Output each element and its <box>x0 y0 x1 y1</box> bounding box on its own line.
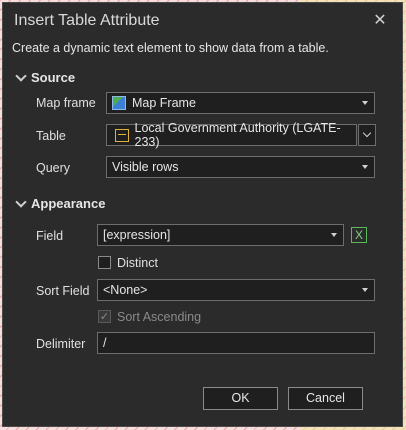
sort-field-value: <None> <box>103 283 148 297</box>
distinct-checkbox[interactable] <box>98 256 111 269</box>
chevron-down-icon <box>362 128 372 138</box>
sort-ascending-label: Sort Ascending <box>117 310 202 324</box>
appearance-heading: Appearance <box>31 196 106 211</box>
field-label: Field <box>36 229 64 243</box>
ok-button[interactable]: OK <box>203 387 278 410</box>
delimiter-label: Delimiter <box>36 337 86 351</box>
appearance-section-header[interactable]: Appearance <box>15 195 106 211</box>
dropdown-arrow-icon <box>331 233 337 237</box>
table-label: Table <box>36 129 66 143</box>
map-frame-icon <box>112 96 126 110</box>
source-section-header[interactable]: Source <box>15 69 76 85</box>
cancel-button[interactable]: Cancel <box>288 387 363 410</box>
query-dropdown[interactable]: Visible rows <box>106 156 375 178</box>
table-expand-button[interactable] <box>358 124 376 146</box>
dialog-description: Create a dynamic text element to show da… <box>12 41 329 55</box>
sort-field-dropdown[interactable]: <None> <box>97 279 375 301</box>
map-frame-label: Map frame <box>36 96 96 110</box>
insert-table-attribute-dialog: Insert Table Attribute ✕ Create a dynami… <box>2 2 403 427</box>
delimiter-input[interactable]: / <box>97 332 375 354</box>
field-dropdown[interactable]: [expression] <box>97 224 344 246</box>
sort-field-label: Sort Field <box>36 284 90 298</box>
x-expression-icon[interactable]: X <box>351 227 367 243</box>
chevron-down-icon <box>15 195 27 208</box>
chevron-down-icon <box>15 69 27 82</box>
distinct-label: Distinct <box>117 256 158 270</box>
table-dropdown[interactable]: Local Government Authority (LGATE-233) <box>106 121 357 149</box>
dropdown-arrow-icon <box>362 165 368 169</box>
map-frame-value: Map Frame <box>132 96 196 110</box>
query-value: Visible rows <box>112 160 179 174</box>
sort-ascending-checkbox[interactable]: ✓ <box>98 310 111 323</box>
table-value: Local Government Authority (LGATE-233) <box>134 121 341 149</box>
field-value: [expression] <box>103 228 171 242</box>
delimiter-value: / <box>103 336 107 350</box>
query-label: Query <box>36 161 71 175</box>
dropdown-arrow-icon <box>362 101 368 105</box>
table-icon <box>115 128 129 142</box>
close-icon[interactable]: ✕ <box>370 11 390 31</box>
dropdown-arrow-icon <box>362 288 368 292</box>
source-heading: Source <box>31 70 76 85</box>
dialog-title: Insert Table Attribute <box>14 12 160 29</box>
map-frame-dropdown[interactable]: Map Frame <box>106 92 375 114</box>
